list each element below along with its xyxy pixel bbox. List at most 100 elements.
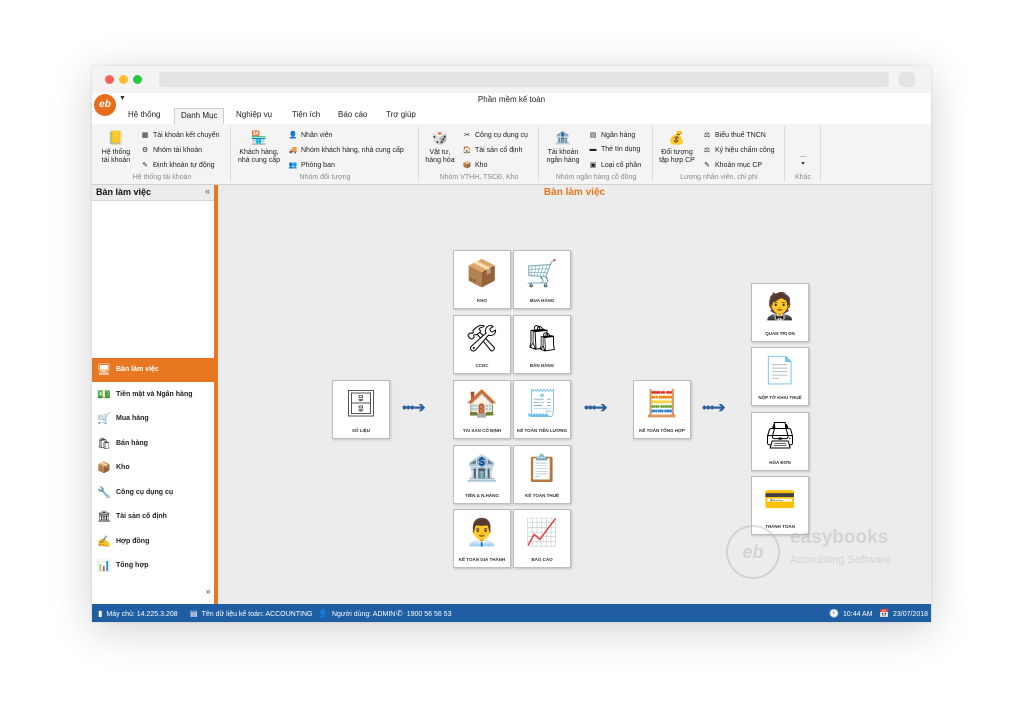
tile-quan-tri[interactable]: 🤵 QUẢN TRỊ DN xyxy=(751,283,809,342)
timesheet-button[interactable]: ⚖ Ký hiệu chấm công xyxy=(702,146,775,154)
more-button[interactable]: ... ▾ xyxy=(788,152,818,168)
menu-he-thong[interactable]: Hệ thống xyxy=(128,110,160,119)
transfer-account-icon: ▦ xyxy=(141,132,149,139)
sidebar: Bàn làm việc « 🖥 Bàn làm việc 💵 Tiền mặt v… xyxy=(92,185,218,604)
sidebar-item-tai-san[interactable]: 🏛 Tài sản cố định xyxy=(92,505,214,529)
fixed-asset-icon: 🏠 xyxy=(462,147,472,154)
fixed-asset-button[interactable]: 🏠 Tài sản cố định xyxy=(462,146,523,154)
window-title: Phần mềm kế toán xyxy=(477,95,546,104)
goods-label-1: Vật tư, xyxy=(429,149,451,156)
sidebar-item-label: Hợp đồng xyxy=(116,538,150,545)
tile-label: KẾ TOÁN TỔNG HỢP xyxy=(639,428,685,433)
tax-table-button[interactable]: ⚖ Biểu thuế TNCN xyxy=(702,131,766,139)
account-system-button[interactable]: 📒 Hệ thống tài khoản xyxy=(96,130,136,165)
sidebar-item-ban-lam-viec[interactable]: 🖥 Bàn làm việc xyxy=(92,358,214,382)
sidebar-item-ban-hang[interactable]: 🛍 Bán hàng xyxy=(92,432,214,456)
sidebar-item-tien-mat[interactable]: 💵 Tiền mặt và Ngân hàng xyxy=(92,383,214,407)
tile-ban-hang[interactable]: 🛍 BÁN HÀNG xyxy=(513,315,571,374)
tile-gia-thanh[interactable]: 👨‍💼 KẾ TOÁN GIÁ THÀNH xyxy=(453,509,511,568)
tools-button[interactable]: ✂ Công cụ dụng cụ xyxy=(462,131,528,139)
bank-label: Ngân hàng xyxy=(601,132,636,139)
status-database: ▤ Tên dữ liệu kế toán: ACCOUNTING xyxy=(190,609,312,618)
share-type-label: Loại cổ phần xyxy=(601,162,642,169)
tile-to-khai[interactable]: 📄 NỘP TỜ KHAI THUẾ xyxy=(751,347,809,406)
tax-table-icon: ⚖ xyxy=(703,132,711,139)
tile-ke-toan-thue[interactable]: 📋 KẾ TOÁN THUẾ xyxy=(513,445,571,504)
menu-danh-muc[interactable]: Danh Mục xyxy=(174,108,225,124)
auto-entry-icon: ✎ xyxy=(142,162,148,169)
tile-mua-hang[interactable]: 🛒 MUA HÀNG xyxy=(513,250,571,309)
tile-tong-hop[interactable]: 🧮 KẾ TOÁN TỔNG HỢP xyxy=(633,380,691,439)
payroll-icon: 🧾 xyxy=(525,388,559,418)
account-system-icon: 📒 xyxy=(107,130,125,145)
department-label: Phòng ban xyxy=(301,162,335,169)
collapse-sidebar-icon[interactable]: « xyxy=(205,186,210,196)
menu-bao-cao[interactable]: Báo cáo xyxy=(338,110,367,119)
watermark-tagline: Accounting Software xyxy=(790,554,891,566)
bank-account-icon: 🏦 xyxy=(554,130,572,145)
maximize-window-dot[interactable] xyxy=(133,75,142,84)
clock-icon: 🕙 xyxy=(829,609,839,618)
warehouse-button[interactable]: 📦 Kho xyxy=(462,161,488,169)
ribbon-group-label: Lương nhân viên, chi phí xyxy=(680,174,758,181)
calendar-icon: 📅 xyxy=(879,609,889,618)
tools-icon: 🛠 xyxy=(465,323,499,353)
customer-group-button[interactable]: 🚚 Nhóm khách hàng, nhà cung cấp xyxy=(288,146,404,154)
sidebar-item-tong-hop[interactable]: 📊 Tổng hợp xyxy=(92,554,214,578)
customer-supplier-icon: 🏪 xyxy=(250,130,268,145)
tile-label: KẾ TOÁN GIÁ THÀNH xyxy=(458,557,506,562)
employee-button[interactable]: 👤 Nhân viên xyxy=(288,131,333,139)
browser-action-button[interactable] xyxy=(899,72,915,87)
app-logo[interactable]: eb xyxy=(94,94,116,116)
scroll-more-icon[interactable]: » xyxy=(206,587,210,596)
customer-supplier-button[interactable]: 🏪 Khách hàng, nhà cung cấp xyxy=(234,130,284,165)
menu-tro-giup[interactable]: Trợ giúp xyxy=(386,110,416,119)
menu-tien-ich[interactable]: Tiện ích xyxy=(292,110,320,119)
auto-entry-label: Định khoản tự động xyxy=(153,162,215,169)
sidebar-item-cong-cu[interactable]: 🔧 Công cụ dụng cụ xyxy=(92,481,214,505)
cost-item-label: Khoản mục CP xyxy=(715,162,763,169)
goods-button[interactable]: 🎲 Vật tư, hàng hóa xyxy=(422,130,458,165)
tile-tien-luong[interactable]: 🧾 KẾ TOÁN TIỀN LƯƠNG xyxy=(513,380,571,439)
sidebar-item-hop-dong[interactable]: ✍ Hợp đồng xyxy=(92,530,214,554)
close-window-dot[interactable] xyxy=(105,75,114,84)
department-button[interactable]: 👥 Phòng ban xyxy=(288,161,335,169)
sidebar-item-kho[interactable]: 📦 Kho xyxy=(92,456,214,480)
address-bar[interactable] xyxy=(159,72,889,87)
tools-label: Công cụ dụng cụ xyxy=(475,132,528,139)
cost-item-button[interactable]: ✎ Khoản mục CP xyxy=(702,161,762,169)
account-system-label-2: tài khoản xyxy=(101,157,131,164)
tax-table-label: Biểu thuế TNCN xyxy=(715,132,766,139)
workspace: Bàn làm việc 🗄 SỐ LIỆU •••➔ 📦 KHO 🛒 MUA HÀN… xyxy=(218,185,931,604)
transfer-account-button[interactable]: ▦ Tài khoản kết chuyển xyxy=(140,131,220,139)
share-type-button[interactable]: ▣ Loại cổ phần xyxy=(588,161,641,169)
summary-icon: 📊 xyxy=(97,560,111,572)
tile-so-lieu[interactable]: 🗄 SỐ LIỆU xyxy=(332,380,390,439)
status-bar: ▮ Máy chủ: 14.225.3.208 ▤ Tên dữ liệu kế t… xyxy=(92,604,931,622)
server-text: Máy chủ: 14.225.3.208 xyxy=(106,611,178,618)
bank-button[interactable]: ▤ Ngân hàng xyxy=(588,131,636,139)
minimize-window-dot[interactable] xyxy=(119,75,128,84)
tile-tai-san[interactable]: 🏠 TÀI SẢN CỐ ĐỊNH xyxy=(453,380,511,439)
sidebar-item-mua-hang[interactable]: 🛒 Mua hàng xyxy=(92,407,214,431)
credit-card-button[interactable]: ▬ Thẻ tín dụng xyxy=(588,146,641,153)
tile-ccdc[interactable]: 🛠 CCDC xyxy=(453,315,511,374)
account-system-label-1: Hệ thống xyxy=(101,149,131,156)
bank-account-button[interactable]: 🏦 Tài khoản ngân hàng xyxy=(542,130,584,165)
watermark: eb easybooks Accounting Software xyxy=(726,523,916,583)
transfer-account-label: Tài khoản kết chuyển xyxy=(153,132,220,139)
tile-bao-cao[interactable]: 📈 BÁO CÁO xyxy=(513,509,571,568)
account-group-label: Nhóm tài khoản xyxy=(153,147,203,154)
tile-kho[interactable]: 📦 KHO xyxy=(453,250,511,309)
menu-nghiep-vu[interactable]: Nghiệp vụ xyxy=(236,110,272,119)
phone-text: 1900 56 56 53 xyxy=(406,611,452,618)
share-type-icon: ▣ xyxy=(589,162,597,169)
account-group-button[interactable]: ⚙ Nhóm tài khoản xyxy=(140,146,202,154)
auto-entry-button[interactable]: ✎ Định khoản tự động xyxy=(140,161,215,169)
tools-icon: ✂ xyxy=(464,132,470,139)
tile-hoa-don[interactable]: 🖨 HÓA ĐƠN xyxy=(751,412,809,471)
cost-object-button[interactable]: 💰 Đối tượng tập hợp CP xyxy=(656,130,698,165)
tile-tien-ngan-hang[interactable]: 🏦 TIỀN & N.HÀNG xyxy=(453,445,511,504)
bank-icon: ▤ xyxy=(589,132,597,139)
tax-form-icon: 📄 xyxy=(763,355,797,385)
